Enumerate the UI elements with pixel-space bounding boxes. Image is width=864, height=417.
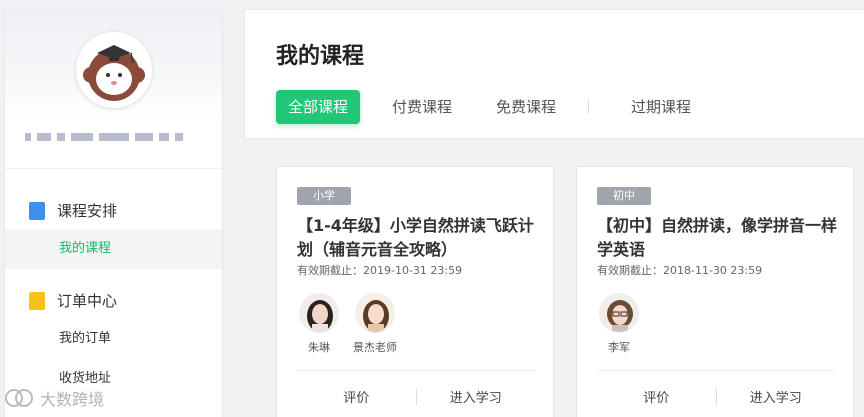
- watermark-text: 大数跨境: [40, 390, 105, 409]
- sidebar-section-orders: 订单中心: [29, 290, 117, 311]
- teacher-name: 景杰老师: [353, 341, 397, 354]
- watermark: 大数跨境: [4, 386, 104, 410]
- grade-badge: 小学: [297, 187, 351, 205]
- teacher-photo-icon: [300, 294, 338, 332]
- course-title[interactable]: 【1-4年级】小学自然拼读飞跃计划（辅音元音全攻略）: [297, 214, 537, 262]
- teacher-name: 朱琳: [308, 341, 330, 354]
- grade-badge: 初中: [597, 187, 651, 205]
- card-actions: 评价 进入学习: [297, 370, 535, 417]
- sidebar-item-my-courses[interactable]: 我的课程: [5, 229, 222, 269]
- card-actions: 评价 进入学习: [597, 370, 835, 417]
- course-card[interactable]: 初中 【初中】自然拼读，像学拼音一样学英语 有效期截止：2018-11-30 2…: [576, 166, 854, 417]
- book-icon: [29, 201, 45, 220]
- course-tabs: 全部课程 付费课程 免费课程 过期课程: [276, 90, 723, 124]
- course-card[interactable]: 小学 【1-4年级】小学自然拼读飞跃计划（辅音元音全攻略） 有效期截止：2019…: [276, 166, 554, 417]
- monkey-avatar-icon: [83, 45, 145, 101]
- divider: [5, 168, 222, 169]
- tab-free-courses[interactable]: 免费课程: [484, 90, 568, 124]
- teacher-avatar: [599, 293, 639, 333]
- main-header: 我的课程 全部课程 付费课程 免费课程 过期课程: [244, 9, 864, 139]
- tab-divider: [588, 100, 590, 114]
- page-title: 我的课程: [276, 44, 365, 69]
- sidebar: 课程安排 我的课程 订单中心 我的订单 收货地址: [4, 9, 223, 417]
- course-title[interactable]: 【初中】自然拼读，像学拼音一样学英语: [597, 214, 837, 262]
- sidebar-item-my-orders[interactable]: 我的订单: [5, 319, 222, 359]
- teacher-list: 李军: [597, 293, 641, 355]
- teacher-name: 李军: [608, 341, 630, 354]
- sidebar-section-course: 课程安排: [29, 200, 117, 221]
- sidebar-section-label: 课程安排: [57, 202, 118, 220]
- expiry-date: 有效期截止：2019-10-31 23:59: [297, 264, 463, 277]
- avatar[interactable]: [76, 32, 152, 108]
- teacher-list: 朱琳 景杰老师: [297, 293, 397, 355]
- sidebar-section-label: 订单中心: [57, 292, 118, 310]
- enter-study-button[interactable]: 进入学习: [417, 387, 536, 406]
- teacher-photo-icon: [356, 294, 394, 332]
- tab-paid-courses[interactable]: 付费课程: [380, 90, 464, 124]
- expiry-date: 有效期截止：2018-11-30 23:59: [597, 264, 763, 277]
- tab-all-courses[interactable]: 全部课程: [276, 90, 361, 124]
- teacher-avatar: [299, 293, 339, 333]
- review-button[interactable]: 评价: [597, 387, 716, 406]
- watermark-logo-icon: [5, 389, 33, 407]
- note-icon: [29, 291, 45, 310]
- tab-expired-courses[interactable]: 过期课程: [619, 90, 703, 124]
- teacher-photo-icon: [600, 294, 638, 332]
- teacher-avatar: [355, 293, 395, 333]
- teacher: 景杰老师: [353, 293, 397, 355]
- username-blurred: [25, 130, 205, 144]
- enter-study-button[interactable]: 进入学习: [717, 387, 836, 406]
- teacher: 朱琳: [297, 293, 341, 355]
- review-button[interactable]: 评价: [297, 387, 416, 406]
- teacher: 李军: [597, 293, 641, 355]
